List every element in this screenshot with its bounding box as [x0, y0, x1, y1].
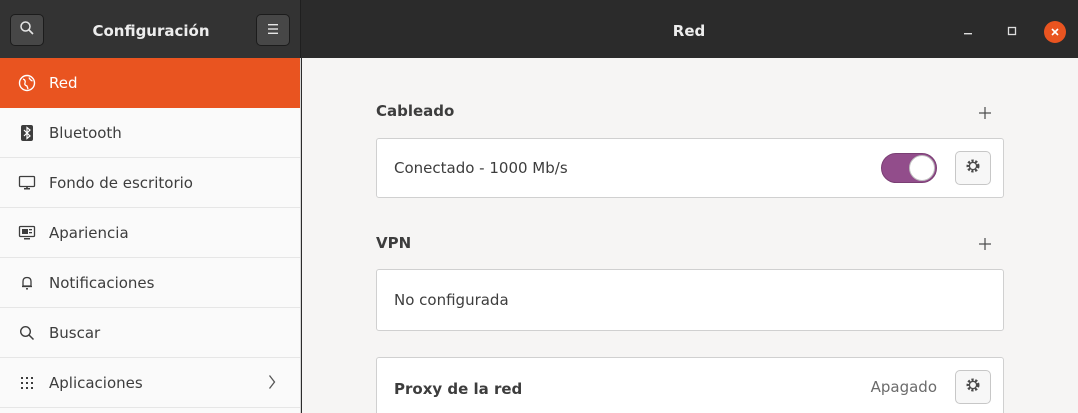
header-right: Red	[301, 0, 1078, 58]
gear-icon	[964, 376, 982, 398]
wired-settings-button[interactable]	[955, 151, 991, 185]
close-icon	[1050, 23, 1060, 41]
plus-icon	[976, 107, 994, 126]
sidebar-item-label: Notificaciones	[49, 273, 155, 292]
plus-icon	[976, 238, 994, 257]
background-icon	[18, 174, 36, 192]
network-globe-icon	[18, 74, 36, 92]
bell-icon	[18, 274, 36, 292]
proxy-status: Apagado	[870, 378, 937, 396]
sidebar-item-label: Fondo de escritorio	[49, 173, 193, 192]
sidebar-item-fondo[interactable]: Fondo de escritorio	[0, 158, 300, 208]
sidebar-item-label: Apariencia	[49, 223, 129, 242]
appearance-icon	[18, 224, 36, 242]
sidebar-item-label: Aplicaciones	[49, 373, 143, 392]
sidebar-item-label: Red	[49, 74, 78, 92]
maximize-icon	[1006, 23, 1018, 41]
maximize-button[interactable]	[1001, 21, 1023, 43]
vpn-status-label: No configurada	[394, 291, 509, 309]
gear-icon	[964, 157, 982, 179]
sidebar: Red Bluetooth Fondo de escritorio Aparie…	[0, 58, 301, 413]
sidebar-item-red[interactable]: Red	[0, 58, 300, 108]
menu-button[interactable]	[256, 14, 290, 46]
close-button[interactable]	[1044, 21, 1066, 43]
search-button[interactable]	[10, 14, 44, 46]
header-bar: Configuración Red	[0, 0, 1078, 58]
main-panel: Cableado Conectado - 1000 Mb/s VPN No co…	[302, 58, 1078, 413]
sidebar-item-notificaciones[interactable]: Notificaciones	[0, 258, 300, 308]
minimize-icon	[962, 23, 974, 41]
hamburger-menu-icon	[266, 21, 280, 39]
apps-grid-icon	[18, 374, 36, 392]
proxy-label: Proxy de la red	[394, 380, 523, 398]
sidebar-item-label: Bluetooth	[49, 123, 122, 142]
proxy-row[interactable]: Proxy de la red Apagado	[376, 357, 1004, 413]
proxy-settings-button[interactable]	[955, 370, 991, 404]
search-icon	[19, 20, 35, 40]
chevron-right-icon	[268, 374, 276, 394]
sidebar-item-buscar[interactable]: Buscar	[0, 308, 300, 358]
wired-connection-row: Conectado - 1000 Mb/s	[376, 138, 1004, 198]
sidebar-item-apariencia[interactable]: Apariencia	[0, 208, 300, 258]
wired-section-title: Cableado	[376, 102, 455, 120]
search-icon	[18, 324, 36, 342]
vpn-status-row: No configurada	[376, 269, 1004, 331]
sidebar-item-bluetooth[interactable]: Bluetooth	[0, 108, 300, 158]
header-left: Configuración	[0, 0, 301, 58]
app-title: Configuración	[92, 22, 210, 40]
add-vpn-button[interactable]	[976, 235, 994, 253]
add-wired-button[interactable]	[976, 104, 994, 122]
wired-toggle-switch[interactable]	[881, 153, 937, 183]
vpn-section-title: VPN	[376, 234, 412, 252]
minimize-button[interactable]	[957, 21, 979, 43]
wired-connection-label: Conectado - 1000 Mb/s	[394, 159, 568, 177]
sidebar-item-aplicaciones[interactable]: Aplicaciones	[0, 358, 300, 408]
bluetooth-icon	[18, 124, 36, 142]
switch-knob	[909, 155, 935, 181]
sidebar-item-label: Buscar	[49, 323, 101, 342]
